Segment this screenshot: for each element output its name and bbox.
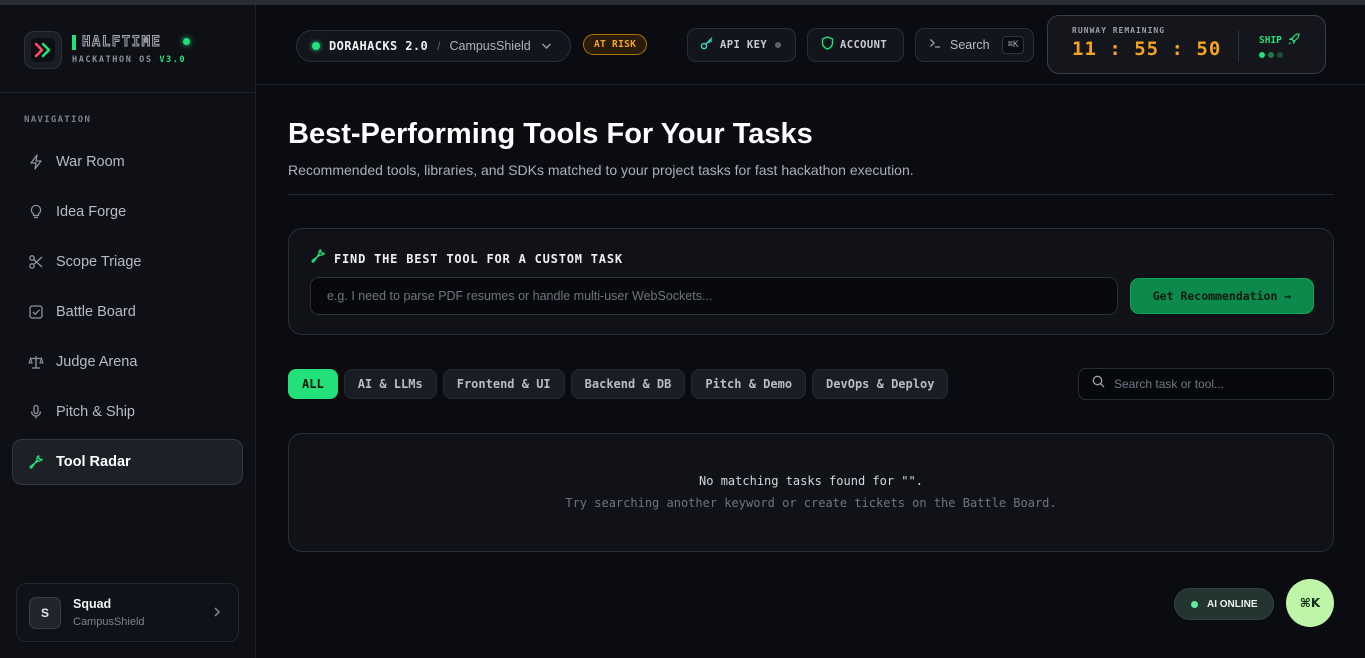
divider (288, 194, 1334, 195)
api-key-label: API KEY (720, 39, 768, 51)
brand-version: V3.0 (159, 55, 187, 65)
account-label: ACCOUNT (840, 39, 888, 51)
sidebar-item-war-room[interactable]: War Room (12, 139, 243, 185)
progress-dot (1277, 52, 1283, 58)
app-logo[interactable] (24, 31, 62, 69)
wrench-icon (310, 248, 326, 269)
breadcrumb-separator: / (437, 39, 441, 53)
ship-label: SHIP (1259, 35, 1282, 46)
finder-header: FIND THE BEST TOOL FOR A CUSTOM TASK (310, 248, 623, 269)
status-dot (312, 42, 320, 50)
tool-search-box (1078, 368, 1334, 400)
progress-dot (1268, 52, 1274, 58)
empty-state-hint: Try searching another keyword or create … (565, 496, 1057, 510)
brand-accent-bar (72, 35, 76, 50)
runway-label: RUNWAY REMAINING (1072, 26, 1166, 35)
status-dot (1191, 600, 1198, 608)
command-search-button[interactable]: Search ⌘K (915, 28, 1034, 62)
page-title: Best-Performing Tools For Your Tasks (288, 118, 813, 150)
shield-icon (821, 35, 834, 55)
brand-name: HALFTIME (81, 34, 162, 51)
tool-search-input[interactable] (1114, 377, 1324, 391)
squad-name: Squad (73, 597, 112, 611)
empty-state-message: No matching tasks found for "". (699, 474, 923, 488)
search-icon (1092, 375, 1105, 393)
project-selector[interactable]: DORAHACKS 2.0 / CampusShield (296, 30, 571, 62)
squad-project: CampusShield (73, 616, 145, 628)
runway-countdown: 11 : 55 : 50 (1072, 38, 1222, 60)
bolt-icon (27, 153, 45, 171)
filter-chip-backend-db[interactable]: Backend & DB (570, 369, 686, 399)
api-key-status-dot (775, 42, 782, 48)
custom-task-finder: FIND THE BEST TOOL FOR A CUSTOM TASK Get… (288, 228, 1334, 335)
divider (1238, 30, 1239, 62)
microphone-icon (27, 403, 45, 421)
sidebar-item-pitch-ship[interactable]: Pitch & Ship (12, 389, 243, 435)
filter-chip-devops-deploy[interactable]: DevOps & Deploy (812, 369, 949, 399)
filter-chip-ai-llms[interactable]: AI & LLMs (343, 369, 437, 399)
command-palette-button[interactable]: ⌘K (1286, 579, 1334, 627)
sidebar-item-judge-arena[interactable]: Judge Arena (12, 339, 243, 385)
hackathon-name: DORAHACKS 2.0 (329, 39, 429, 53)
sidebar-item-label: Battle Board (56, 304, 136, 320)
project-name: CampusShield (449, 39, 531, 53)
brand-subtitle: HACKATHON OS V3.0 (72, 55, 186, 65)
custom-task-input[interactable] (310, 277, 1118, 315)
sidebar: HALFTIME HACKATHON OS V3.0 NAVIGATION Wa… (0, 5, 256, 658)
category-filters: ALL AI & LLMs Frontend & UI Backend & DB… (288, 369, 954, 399)
brand-subtitle-text: HACKATHON OS (72, 55, 153, 65)
progress-dot (1259, 52, 1265, 58)
scissors-icon (27, 253, 45, 271)
sidebar-item-battle-board[interactable]: Battle Board (12, 289, 243, 335)
terminal-icon (929, 36, 941, 54)
keyboard-shortcut: ⌘K (1001, 36, 1025, 54)
sidebar-nav: War Room Idea Forge Scope Triage Battle … (12, 139, 243, 489)
chevron-down-icon (541, 37, 552, 55)
wrench-icon (27, 453, 45, 471)
filter-chip-all[interactable]: ALL (288, 369, 338, 399)
sidebar-item-label: Idea Forge (56, 204, 127, 220)
sidebar-item-scope-triage[interactable]: Scope Triage (12, 239, 243, 285)
brand-header: HALFTIME HACKATHON OS V3.0 (0, 5, 255, 93)
avatar: S (29, 597, 61, 629)
squad-card[interactable]: S Squad CampusShield (16, 583, 239, 642)
sidebar-item-label: War Room (56, 154, 125, 170)
scale-icon (27, 353, 45, 371)
top-bar: DORAHACKS 2.0 / CampusShield AT RISK API… (256, 5, 1365, 85)
account-button[interactable]: ACCOUNT (807, 28, 904, 62)
sidebar-item-label: Pitch & Ship (56, 404, 135, 420)
page-subtitle: Recommended tools, libraries, and SDKs m… (288, 162, 914, 178)
ship-progress-dots (1259, 52, 1286, 58)
brand-status-dot (183, 38, 190, 45)
sidebar-item-label: Scope Triage (56, 254, 142, 270)
search-label: Search (950, 38, 990, 52)
sidebar-item-tool-radar[interactable]: Tool Radar (12, 439, 243, 485)
get-recommendation-button[interactable]: Get Recommendation → (1130, 278, 1314, 314)
ai-status-badge[interactable]: AI ONLINE (1174, 588, 1274, 620)
ai-status-label: AI ONLINE (1207, 598, 1258, 610)
runway-timer: RUNWAY REMAINING 11 : 55 : 50 SHIP (1047, 15, 1326, 74)
chevron-right-icon (212, 605, 222, 623)
api-key-button[interactable]: API KEY (687, 28, 796, 62)
double-chevron-logo-icon (31, 38, 55, 62)
ship-button[interactable]: SHIP (1259, 33, 1300, 48)
rocket-icon (1288, 33, 1300, 48)
nav-section-label: NAVIGATION (24, 115, 92, 125)
empty-state: No matching tasks found for "". Try sear… (288, 433, 1334, 552)
filter-chip-frontend-ui[interactable]: Frontend & UI (442, 369, 565, 399)
key-icon (700, 36, 714, 55)
filter-chip-pitch-demo[interactable]: Pitch & Demo (691, 369, 807, 399)
finder-title: FIND THE BEST TOOL FOR A CUSTOM TASK (334, 251, 623, 266)
sidebar-item-label: Judge Arena (56, 354, 138, 370)
status-badge: AT RISK (583, 34, 648, 55)
sidebar-item-idea-forge[interactable]: Idea Forge (12, 189, 243, 235)
lightbulb-icon (27, 203, 45, 221)
checkbox-icon (27, 303, 45, 321)
sidebar-item-label: Tool Radar (56, 454, 131, 470)
